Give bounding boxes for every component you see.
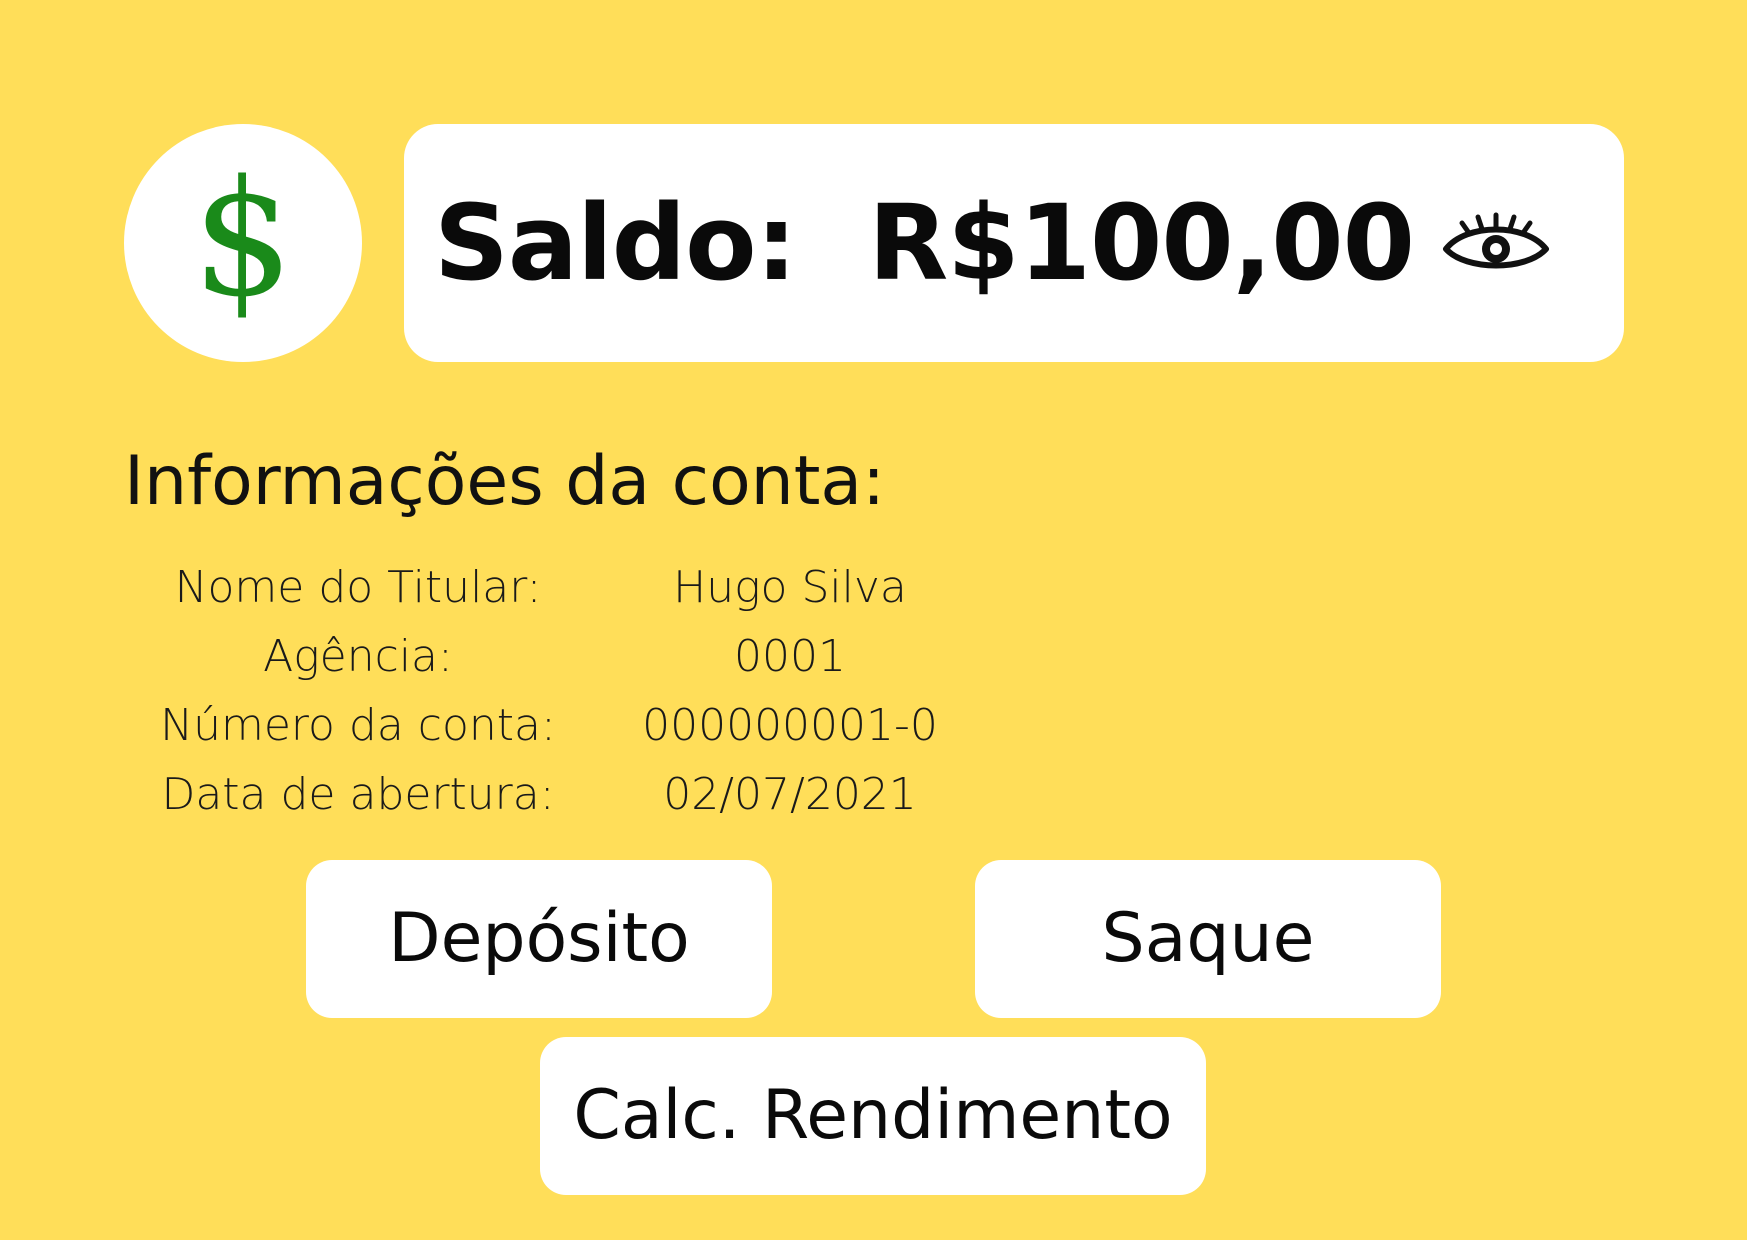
info-row-agency: Agência: 0001 xyxy=(0,627,1000,687)
info-row-holder: Nome do Titular: Hugo Silva xyxy=(0,558,1000,618)
balance-label: Saldo: xyxy=(434,182,797,304)
holder-value: Hugo Silva xyxy=(673,562,907,613)
dollar-logo: $ xyxy=(124,124,362,362)
agency-label: Agência: xyxy=(263,631,453,682)
balance-card: Saldo: R$100,00 xyxy=(404,124,1624,362)
account-number-value: 000000001-0 xyxy=(642,700,938,751)
deposit-button[interactable]: Depósito xyxy=(306,860,772,1018)
account-info-title: Informações da conta: xyxy=(124,442,886,521)
info-row-account-number: Número da conta: 000000001-0 xyxy=(0,696,1000,756)
opening-date-value: 02/07/2021 xyxy=(663,769,917,820)
calc-yield-button[interactable]: Calc. Rendimento xyxy=(540,1037,1206,1195)
withdraw-button[interactable]: Saque xyxy=(975,860,1441,1018)
account-number-label: Número da conta: xyxy=(160,700,556,751)
eye-icon[interactable] xyxy=(1440,211,1552,275)
info-row-opening-date: Data de abertura: 02/07/2021 xyxy=(0,765,1000,825)
dollar-icon: $ xyxy=(192,145,294,332)
balance-value: R$100,00 xyxy=(868,182,1415,304)
opening-date-label: Data de abertura: xyxy=(161,769,555,820)
agency-value: 0001 xyxy=(734,631,846,682)
holder-label: Nome do Titular: xyxy=(174,562,542,613)
